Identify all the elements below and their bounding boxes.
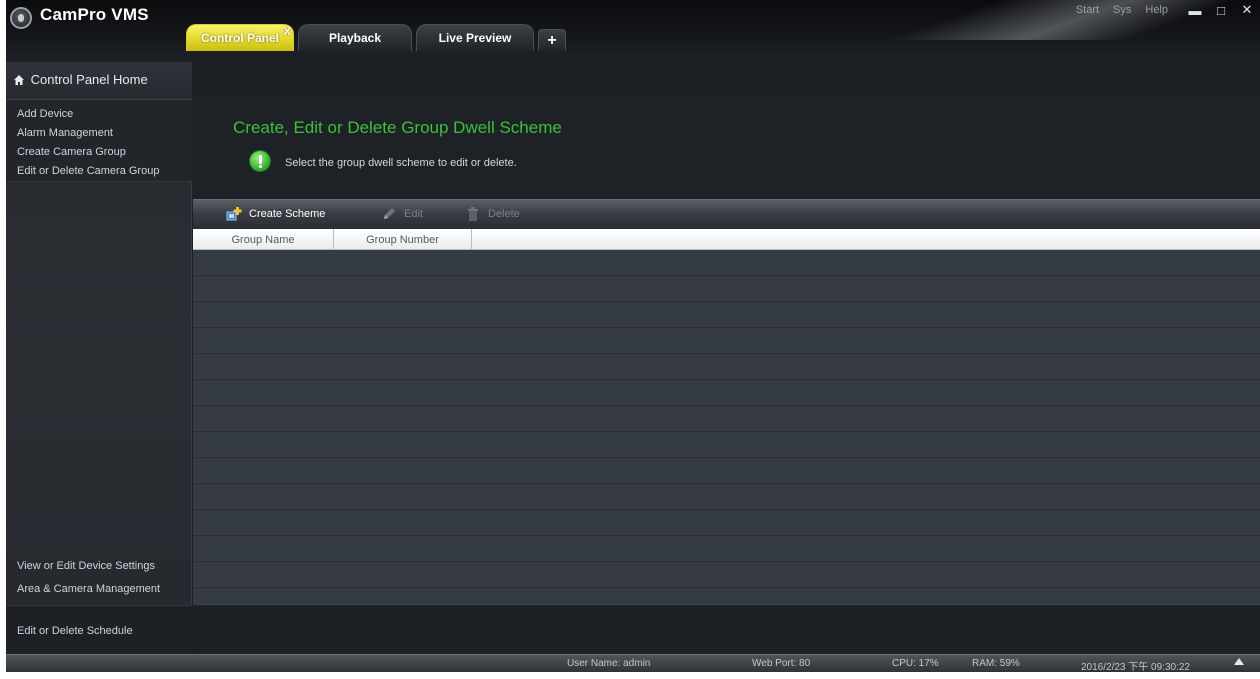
home-icon xyxy=(14,73,24,85)
create-scheme-button[interactable]: Create Scheme xyxy=(226,207,325,221)
tab-label: Playback xyxy=(328,31,382,45)
camera-logo-icon xyxy=(10,7,32,29)
sidebar-home-label: Control Panel Home xyxy=(30,72,148,87)
app-window: CamPro VMS Control Panel X Playback Live… xyxy=(6,0,1260,672)
status-web-port: Web Port: 80 xyxy=(752,658,811,669)
status-bar: User Name: admin Web Port: 80 CPU: 17% R… xyxy=(6,654,1260,672)
window-controls: Start Sys Help ▬ □ ✕ xyxy=(1076,0,1260,20)
tab-label: Control Panel xyxy=(201,31,280,45)
sidebar-top-group: Add Device Alarm Management Create Camer… xyxy=(6,100,192,182)
table-header: Group Name Group Number xyxy=(193,229,1260,250)
table-body[interactable] xyxy=(193,250,1260,604)
trash-icon xyxy=(465,207,481,221)
tab-playback[interactable]: Playback xyxy=(298,24,412,51)
tab-bar: Control Panel X Playback Live Preview + xyxy=(186,22,570,51)
status-ram: RAM: 59% xyxy=(972,658,1020,669)
toolbar: Create Scheme Edit Delete xyxy=(193,199,1260,229)
pencil-icon xyxy=(381,207,397,221)
sidebar-item-edit-schedule[interactable]: Edit or Delete Schedule xyxy=(17,625,133,637)
close-icon[interactable]: ✕ xyxy=(1234,2,1260,18)
edit-button[interactable]: Edit xyxy=(381,207,423,221)
status-cpu: CPU: 17% xyxy=(892,658,939,669)
scheme-table: Group Name Group Number xyxy=(193,229,1260,604)
delete-label: Delete xyxy=(488,208,520,220)
sidebar-item-edit-camera-group[interactable]: Edit or Delete Camera Group xyxy=(17,165,159,177)
app-title: CamPro VMS xyxy=(40,5,149,24)
sidebar-home-link[interactable]: Control Panel Home xyxy=(6,62,192,100)
page-title: Create, Edit or Delete Group Dwell Schem… xyxy=(233,118,562,137)
tab-live-preview[interactable]: Live Preview xyxy=(416,24,534,51)
title-bar: CamPro VMS Control Panel X Playback Live… xyxy=(6,0,1260,51)
column-header-group-name[interactable]: Group Name xyxy=(193,229,334,250)
sidebar-item-add-device[interactable]: Add Device xyxy=(17,108,73,120)
close-tab-icon[interactable]: X xyxy=(284,26,291,38)
info-icon xyxy=(249,150,271,172)
expand-up-icon[interactable] xyxy=(1234,658,1244,665)
content-footer xyxy=(193,604,1260,654)
tab-label: Live Preview xyxy=(438,31,512,45)
sidebar-item-area-camera-management[interactable]: Area & Camera Management xyxy=(17,583,160,595)
menu-help[interactable]: Help xyxy=(1145,4,1168,16)
status-datetime: 2016/2/23 下午 09:30:22 xyxy=(1081,662,1190,672)
restore-icon[interactable]: □ xyxy=(1208,3,1234,18)
sidebar-item-alarm-management[interactable]: Alarm Management xyxy=(17,127,113,139)
delete-button[interactable]: Delete xyxy=(465,207,520,221)
menu-start[interactable]: Start xyxy=(1076,4,1099,16)
sidebar-item-create-camera-group[interactable]: Create Camera Group xyxy=(17,146,126,158)
sidebar-item-device-settings[interactable]: View or Edit Device Settings xyxy=(17,560,155,572)
sidebar-footer: Edit or Delete Schedule xyxy=(6,605,192,654)
minimize-icon[interactable]: ▬ xyxy=(1182,3,1208,18)
edit-label: Edit xyxy=(404,208,423,220)
menu-sys[interactable]: Sys xyxy=(1113,4,1131,16)
hint-text: Select the group dwell scheme to edit or… xyxy=(285,157,517,169)
sidebar: Control Panel Home Add Device Alarm Mana… xyxy=(6,62,192,654)
tab-control-panel[interactable]: Control Panel X xyxy=(186,24,294,51)
create-scheme-icon xyxy=(226,207,242,221)
screen-edge xyxy=(0,672,1260,679)
column-header-group-number[interactable]: Group Number xyxy=(334,229,472,250)
status-user: User Name: admin xyxy=(567,658,651,669)
create-scheme-label: Create Scheme xyxy=(249,208,326,220)
page-header: Create, Edit or Delete Group Dwell Schem… xyxy=(193,91,1260,197)
plus-icon: + xyxy=(547,31,557,49)
add-tab-button[interactable]: + xyxy=(538,29,566,51)
